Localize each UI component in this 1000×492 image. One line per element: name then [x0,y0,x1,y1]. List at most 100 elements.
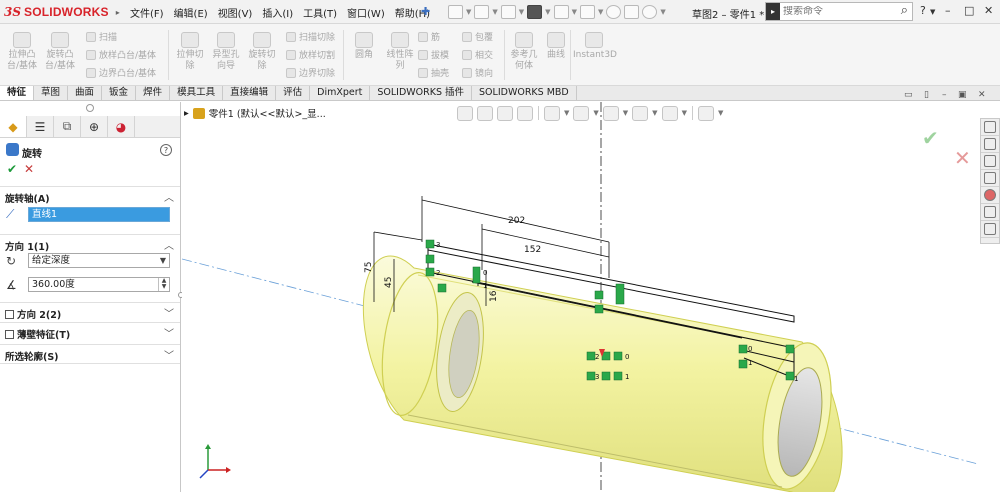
selected-contours-section[interactable]: 所选轮廓(S) ﹀ [0,344,180,364]
extruded-boss-button[interactable]: 拉伸凸 台/基体 [4,32,40,72]
section-view-icon[interactable] [517,105,533,121]
tab-weldments[interactable]: 焊件 [136,86,171,100]
swept-cut-button[interactable]: 扫描切除 [286,30,335,43]
minimize-button[interactable]: – [945,4,951,17]
menu-window[interactable]: 窗口(W) [347,5,385,20]
restore-view-icon[interactable]: ▭ [904,90,913,100]
chevron-up-icon[interactable]: ︿ [164,237,174,252]
tab-dimxpert[interactable]: DimXpert [310,86,371,100]
pin-icon[interactable]: ✚ [421,5,430,18]
graphics-area[interactable]: 202 152 75 45 16 3 2 1 0 1 2 3 0 1 0 1 ▸… [182,102,978,492]
file-properties-icon[interactable] [624,5,640,19]
confirm-corner-cancel[interactable]: ✕ [954,146,971,170]
open-folder-icon[interactable] [474,5,490,19]
configuration-manager-tab[interactable]: ⧉ [54,116,81,137]
tab-direct-editing[interactable]: 直接编辑 [223,86,277,100]
chevron-down-icon[interactable]: ▼ [718,109,723,117]
chevron-down-icon[interactable]: ▼ [598,8,603,16]
close-button[interactable]: ✕ [984,4,993,17]
direction2-checkbox[interactable] [5,310,14,319]
search-input[interactable] [783,6,883,17]
menu-file[interactable]: 文件(F) [130,5,164,20]
intersect-button[interactable]: 相交 [462,48,493,61]
chevron-down-icon[interactable]: ▼ [545,8,550,16]
spin-arrows-icon[interactable]: ▲ ▼ [158,278,169,291]
lofted-cut-button[interactable]: 放样切割 [286,48,335,61]
file-explorer-tab[interactable] [981,153,999,170]
view-palette-tab[interactable] [981,170,999,187]
linear-pattern-button[interactable]: 线性阵 列 [382,32,418,72]
tile-icon[interactable]: ▯ [924,90,929,100]
tab-sketch[interactable]: 草图 [34,86,69,100]
expand-arrow-icon[interactable]: ▸ [184,108,189,119]
display-manager-tab[interactable]: ◕ [108,116,135,137]
gear-icon[interactable] [642,5,658,19]
revolved-boss-button[interactable]: 旋转凸 台/基体 [42,32,78,72]
chevron-down-icon[interactable]: ▼ [466,8,471,16]
menu-edit[interactable]: 编辑(E) [174,5,208,20]
panel-handle-icon[interactable] [86,104,94,112]
thin-feature-section[interactable]: 薄壁特征(T) ﹀ [0,322,180,344]
mirror-button[interactable]: 镜向 [462,66,493,79]
fillet-button[interactable]: 圆角 [346,32,382,61]
print-icon[interactable] [527,5,543,19]
chevron-down-icon[interactable]: ▼ [652,109,657,117]
custom-properties-tab[interactable] [981,204,999,221]
chevron-down-icon[interactable]: ▼ [519,8,524,16]
cancel-button[interactable]: ✕ [24,162,34,176]
tab-evaluate[interactable]: 评估 [276,86,311,100]
confirm-corner-ok[interactable]: ✔ [922,126,939,150]
menu-tools[interactable]: 工具(T) [303,5,337,20]
view-orientation-icon[interactable] [544,105,560,121]
apply-scene-icon[interactable] [661,105,678,121]
chevron-down-icon[interactable]: ▼ [682,109,687,117]
tab-sheet-metal[interactable]: 钣金 [102,86,137,100]
view-settings-icon[interactable] [697,105,714,121]
display-style-icon[interactable] [573,105,590,121]
chevron-down-icon[interactable]: ▼ [623,109,628,117]
design-library-tab[interactable] [981,136,999,153]
search-commands[interactable]: ▸ ⌕ [765,2,913,21]
direction2-section[interactable]: 方向 2(2) ﹀ [0,302,180,322]
zoom-to-area-icon[interactable] [477,105,493,121]
chevron-down-icon[interactable]: ﹀ [164,347,174,362]
boundary-cut-button[interactable]: 边界切除 [286,66,335,79]
hide-show-items-icon[interactable] [602,105,619,121]
undo-icon[interactable] [553,5,569,19]
model-view[interactable]: 202 152 75 45 16 3 2 1 0 1 2 3 0 1 0 1 [182,102,978,492]
dimension-45[interactable]: 45 [384,277,394,288]
tab-features[interactable]: 特征 [0,86,35,100]
tab-mold-tools[interactable]: 模具工具 [170,86,224,100]
menu-insert[interactable]: 插入(I) [262,5,293,20]
ok-button[interactable]: ✔ [7,162,17,176]
solidworks-logo[interactable]: 3S SOLIDWORKS ▸ [4,4,120,20]
rib-button[interactable]: 筋 [418,30,440,43]
shell-button[interactable]: 抽壳 [418,66,449,79]
hole-wizard-button[interactable]: 异型孔 向导 [208,32,244,72]
angle-input[interactable]: 360.00度 ▲ ▼ [28,277,170,292]
appearances-tab[interactable] [981,187,999,204]
save-icon[interactable] [500,5,516,19]
boundary-boss-button[interactable]: 边界凸台/基体 [86,66,156,79]
feature-tree-flyout[interactable]: ▸ 零件1 (默认<<默认>_显... [184,106,326,120]
axis-selection-field[interactable]: 直线1 [28,207,170,222]
menu-view[interactable]: 视图(V) [218,5,253,20]
chevron-down-icon[interactable]: ▼ [564,109,569,117]
search-scope-icon[interactable]: ▸ [766,3,780,20]
dimension-16[interactable]: 16 [489,290,499,302]
chevron-down-icon[interactable]: ▼ [572,8,577,16]
thin-feature-checkbox[interactable] [5,330,14,339]
loft-boss-button[interactable]: 放样凸台/基体 [86,48,156,61]
tab-surfaces[interactable]: 曲面 [68,86,103,100]
logo-arrow-icon[interactable]: ▸ [116,8,120,17]
dimxpert-manager-tab[interactable]: ⊕ [81,116,108,137]
help-button[interactable]: ? [920,4,926,17]
reference-geometry-button[interactable]: 参考几 何体 [506,32,542,72]
edit-appearance-icon[interactable] [632,105,649,121]
dimension-152[interactable]: 152 [524,245,541,255]
wrap-button[interactable]: 包覆 [462,30,493,43]
reverse-direction-icon[interactable]: ↻ [6,254,20,268]
feature-manager-tab[interactable]: ◆ [0,116,27,137]
property-manager-tab[interactable]: ☰ [27,116,54,137]
instant3d-button[interactable]: Instant3D [573,32,617,61]
